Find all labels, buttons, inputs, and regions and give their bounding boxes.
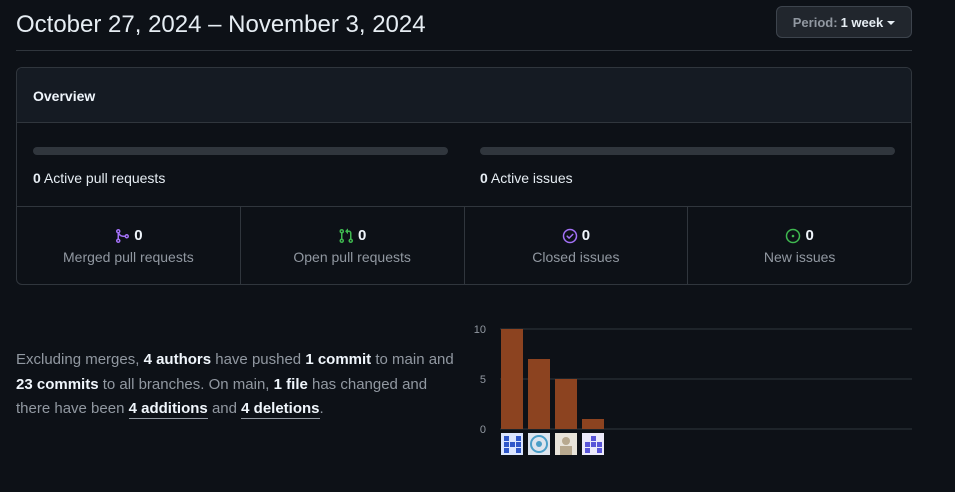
identicon-blue-cell [504,436,509,441]
issue-closed-icon [562,228,577,243]
overview-title: Overview [17,68,911,123]
open-prs-label: Open pull requests [293,249,411,265]
avatar-globe-dot [536,441,542,447]
stat-merged-prs[interactable]: 0 Merged pull requests [17,207,241,284]
active-prs-progress-bar [33,147,448,155]
overview-summary: 0 Active pull requests 0 Active issues [17,123,911,207]
active-issues-count[interactable]: 0 [480,170,488,186]
closed-issues-count: 0 [581,227,591,244]
date-range-title: October 27, 2024 – November 3, 2024 [16,11,426,38]
merge-icon [116,228,130,243]
bar-author-1 [501,329,523,429]
identicon-blue-cell [504,448,509,453]
pull-request-icon [339,228,353,243]
stat-new-issues[interactable]: 0 New issues [688,207,911,284]
identicon-purple-cell [597,448,602,453]
open-prs-count: 0 [357,227,367,244]
y-tick-label-2: 0 [480,424,486,436]
stat-closed-issues[interactable]: 0 Closed issues [465,207,689,284]
overview-stats: 0 Merged pull requests 0 Open pull reque… [17,207,911,284]
deletions-link[interactable]: 4 deletions [241,400,320,419]
avatar-photo-head [562,437,570,445]
period-label: Period: [792,14,838,30]
active-issues-panel: 0 Active issues [480,147,895,186]
identicon-blue-cell [516,448,521,453]
y-tick-label-0: 10 [474,324,486,336]
new-issues-label: New issues [763,249,836,265]
merged-prs-count: 0 [134,227,143,244]
y-tick-label-1: 5 [480,374,486,386]
identicon-blue-cell [516,436,521,441]
identicon-purple-cell [591,442,596,447]
issue-opened-icon [786,228,801,243]
active-prs-label: Active pull requests [43,170,166,186]
active-prs-panel: 0 Active pull requests [33,147,448,186]
commit-summary-text: Excluding merges, 4 authors have pushed … [16,351,454,419]
period-value: 1 week [840,14,884,30]
main-commit-count: 1 commit [305,351,372,368]
bar-author-3 [555,379,577,429]
caret-down-icon [887,21,896,25]
merged-prs-label: Merged pull requests [63,249,194,265]
authors-count: 4 authors [143,351,212,368]
page-header: October 27, 2024 – November 3, 2024 Peri… [16,0,912,51]
active-issues-progress-bar [480,147,895,155]
identicon-purple-cell [585,442,590,447]
overview-box: Overview 0 Active pull requests 0 Active… [16,67,912,285]
bar-author-4 [582,419,604,429]
identicon-blue-cell [510,442,515,447]
all-branches-commit-count: 23 commits [16,375,99,393]
closed-issues-label: Closed issues [532,249,620,265]
files-changed-count: 1 file [273,375,308,393]
identicon-blue-cell [504,442,509,447]
additions-link[interactable]: 4 additions [128,400,208,419]
bar-author-2 [528,359,550,429]
identicon-purple-cell [585,448,590,453]
identicon-purple-cell [597,442,602,447]
commits-by-author-chart: 10 5 0 [474,324,912,455]
stat-open-prs[interactable]: 0 Open pull requests [241,207,465,284]
identicon-blue-cell [516,442,521,447]
active-issues-label: Active issues [490,170,573,186]
avatar-photo-body [560,446,572,455]
new-issues-count: 0 [805,227,814,244]
identicon-purple-cell [591,436,596,441]
active-prs-count[interactable]: 0 [33,170,41,186]
period-select-button[interactable]: Period: 1 week [776,6,912,38]
